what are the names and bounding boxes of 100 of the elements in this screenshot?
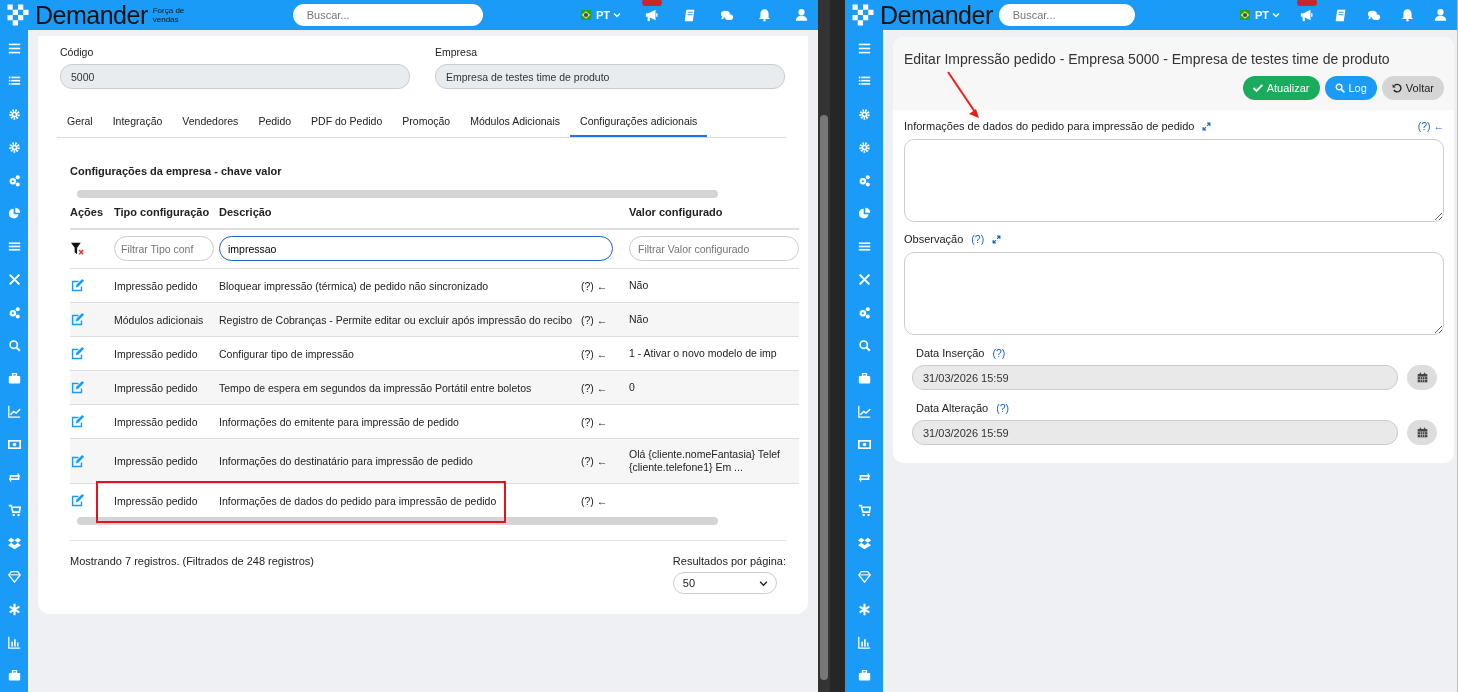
table-cell: Não: [629, 279, 649, 292]
horizontal-scrollbar[interactable]: [77, 517, 718, 525]
chat-icon[interactable]: [1367, 8, 1381, 22]
tab[interactable]: Pedido: [248, 109, 302, 137]
logo-text[interactable]: Demander: [880, 0, 993, 30]
tab[interactable]: PDF do Pedido: [301, 109, 393, 137]
bar-chart-icon[interactable]: [857, 636, 871, 649]
briefcase-icon[interactable]: [7, 372, 21, 385]
cart-icon[interactable]: [7, 504, 21, 517]
tab[interactable]: Módulos Adicionais: [460, 109, 571, 137]
cart-icon[interactable]: [857, 504, 871, 517]
date-field[interactable]: 31/03/2026 15:59: [912, 365, 1398, 390]
filter-field[interactable]: Filtrar Valor configurado: [629, 236, 799, 261]
user-icon[interactable]: [1434, 8, 1447, 22]
repeat-icon[interactable]: [857, 471, 871, 484]
field-label: Data Alteração: [916, 402, 989, 414]
bar-chart-icon[interactable]: [7, 636, 21, 649]
gear-icon[interactable]: [857, 141, 871, 154]
line-chart-icon[interactable]: [857, 405, 871, 418]
money-icon[interactable]: [7, 438, 21, 451]
repeat-icon[interactable]: [7, 471, 21, 484]
list-icon[interactable]: [7, 240, 21, 253]
briefcase-icon[interactable]: [857, 372, 871, 385]
filter-field[interactable]: impressao: [219, 236, 613, 261]
tab[interactable]: Integração: [102, 109, 173, 137]
help-link[interactable]: (?) ←: [581, 279, 608, 292]
edit-icon[interactable]: [70, 453, 85, 469]
edit-icon[interactable]: [70, 278, 85, 293]
clear-filter-icon[interactable]: [70, 242, 85, 255]
search-icon[interactable]: [7, 339, 21, 352]
book-icon[interactable]: [683, 8, 696, 22]
help-link[interactable]: (?): [996, 402, 1009, 414]
pie-chart-icon[interactable]: [857, 207, 871, 220]
menu-icon[interactable]: [857, 42, 871, 55]
tab[interactable]: Vendedores: [172, 109, 249, 137]
user-icon[interactable]: [795, 8, 808, 22]
field-label: Informações de dados do pedido para impressão de pedido: [904, 120, 1195, 132]
list-icon[interactable]: [857, 240, 871, 253]
diamond-icon[interactable]: [857, 570, 871, 583]
boxes-icon[interactable]: [7, 537, 21, 550]
table-cell: Não: [629, 313, 649, 326]
date-field[interactable]: 31/03/2026 15:59: [912, 420, 1398, 445]
gear-icon[interactable]: [7, 108, 21, 121]
help-link[interactable]: (?): [992, 347, 1006, 359]
briefcase-icon[interactable]: [7, 669, 21, 682]
logo-text[interactable]: Demander: [35, 0, 148, 30]
text-area[interactable]: [904, 139, 1444, 222]
help-link[interactable]: (?) ←: [581, 347, 608, 360]
boxes-icon[interactable]: [857, 537, 871, 550]
tab[interactable]: Configurações adicionais: [570, 109, 708, 137]
list-icon[interactable]: [857, 75, 871, 88]
money-icon[interactable]: [857, 438, 871, 451]
book-icon[interactable]: [1334, 8, 1347, 22]
help-link[interactable]: (?) ←: [581, 455, 608, 467]
help-link[interactable]: (?) ←: [1417, 120, 1444, 132]
help-link[interactable]: (?) ←: [581, 494, 608, 507]
gear-icon[interactable]: [857, 108, 871, 121]
filter-field[interactable]: Filtrar Tipo conf: [114, 236, 214, 261]
text-area[interactable]: [904, 252, 1444, 335]
button[interactable]: Voltar: [1381, 76, 1444, 100]
edit-icon[interactable]: [70, 414, 85, 429]
edit-icon[interactable]: [70, 380, 85, 395]
table-cell: Impressão pedido: [114, 381, 198, 394]
search-icon: [1334, 83, 1345, 93]
gear-icon[interactable]: [7, 141, 21, 154]
search-field[interactable]: Buscar...: [292, 4, 483, 26]
text-field[interactable]: 5000: [60, 64, 410, 89]
asterisk-icon[interactable]: [857, 603, 871, 616]
edit-icon[interactable]: [70, 312, 85, 327]
pie-chart-icon[interactable]: [7, 207, 21, 220]
edit-icon[interactable]: [70, 346, 85, 361]
list-icon[interactable]: [7, 75, 21, 88]
tab[interactable]: Geral: [57, 109, 103, 137]
bell-icon[interactable]: [1401, 8, 1414, 22]
diamond-icon[interactable]: [7, 570, 21, 583]
help-link[interactable]: (?): [971, 233, 985, 245]
bell-icon[interactable]: [758, 8, 771, 22]
menu-icon[interactable]: [7, 42, 21, 55]
asterisk-icon[interactable]: [7, 603, 21, 616]
table-cell: Configurar tipo de impressão: [219, 347, 354, 360]
calendar-button[interactable]: [1407, 365, 1437, 390]
line-chart-icon[interactable]: [7, 405, 21, 418]
gears-icon[interactable]: [7, 174, 21, 187]
calendar-icon: [1416, 427, 1428, 438]
search-icon[interactable]: [857, 339, 871, 352]
briefcase-icon[interactable]: [857, 669, 871, 682]
gears-icon[interactable]: [7, 306, 21, 319]
megaphone-icon[interactable]: [645, 8, 659, 22]
tab[interactable]: Promoção: [392, 109, 461, 137]
calendar-button[interactable]: [1407, 420, 1437, 445]
gears-icon[interactable]: [857, 174, 871, 187]
text-field[interactable]: Empresa de testes time de produto: [435, 64, 785, 89]
help-link[interactable]: (?) ←: [581, 415, 608, 428]
edit-icon[interactable]: [70, 493, 85, 508]
horizontal-scrollbar[interactable]: [77, 190, 718, 198]
megaphone-icon[interactable]: [1300, 8, 1314, 22]
search-field[interactable]: Buscar...: [998, 4, 1135, 26]
chat-icon[interactable]: [720, 8, 734, 22]
vertical-scrollbar[interactable]: [820, 115, 828, 680]
gears-icon[interactable]: [857, 306, 871, 319]
